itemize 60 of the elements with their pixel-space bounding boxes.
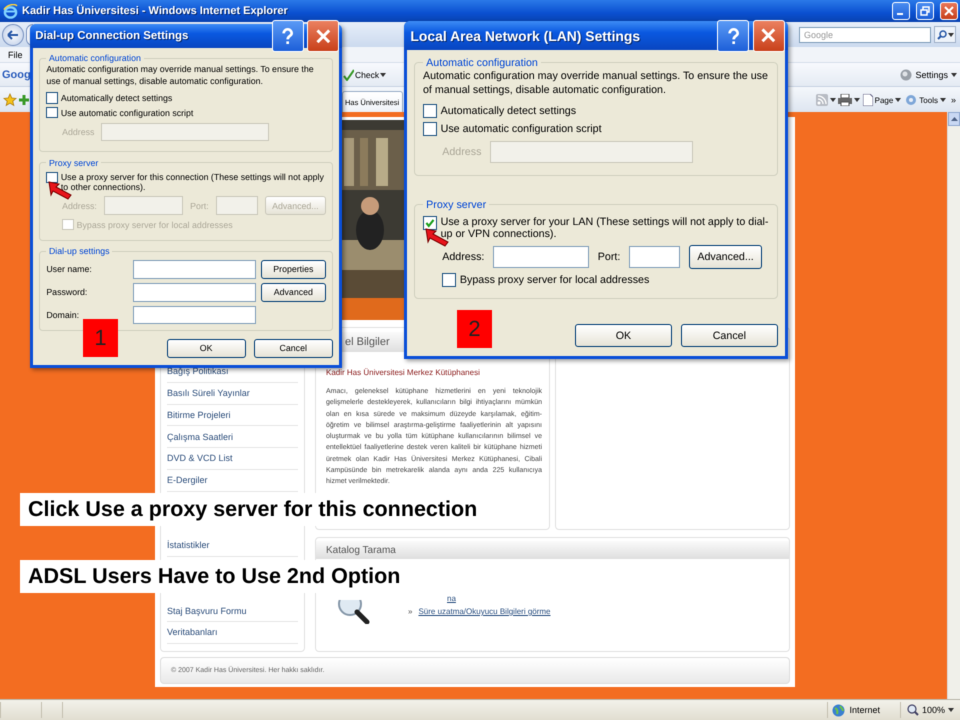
catalog-link[interactable]: Süre uzatma/Okuyucu Bilgileri görme <box>418 607 551 616</box>
field-label: Address: <box>442 250 484 263</box>
description-text: Automatic configuration may override manual settings. To ensure the use of manual settings, disable automatic configuration. <box>422 70 769 98</box>
field-label: Address <box>62 127 94 138</box>
sidebar-link[interactable]: Çalışma Saatleri <box>167 426 298 448</box>
group-title: Automatic configuration <box>48 53 142 64</box>
dialog-button[interactable]: Properties <box>260 260 326 280</box>
option-label: Use a proxy server for your LAN (These settings will not apply to dial-up or VPN connections). <box>440 216 770 240</box>
group-title: Proxy server <box>425 198 488 211</box>
option-label: Bypass proxy server for local addresses <box>460 274 650 286</box>
dialog-button[interactable]: OK <box>166 338 246 358</box>
bullet: » <box>408 607 412 616</box>
panel-title: Katalog Tarama <box>326 544 396 556</box>
dialog-button[interactable]: OK <box>575 324 672 348</box>
sidebar-link[interactable]: Basılı Süreli Yayınlar <box>167 382 298 404</box>
security-zone: Internet <box>849 705 880 715</box>
sidebar-link[interactable]: İstatistikler <box>167 535 298 557</box>
catalog-link[interactable]: na <box>447 594 456 603</box>
sidebar-link[interactable]: DVD & VCD List <box>167 448 298 470</box>
field-label: Address <box>442 146 482 158</box>
sidebar-link[interactable]: E-Dergiler <box>167 470 298 492</box>
tools-menu-button[interactable]: Tools <box>904 94 947 106</box>
advanced-button[interactable]: Advanced... <box>688 245 762 269</box>
field-label: Password: <box>46 287 88 298</box>
option-label: Use automatic configuration script <box>60 108 194 118</box>
toolbar-logo: Goog <box>1 68 31 80</box>
field-label: Domain: <box>46 310 80 320</box>
option-label: Automatically detect settings <box>60 93 172 104</box>
option-label: Use automatic configuration script <box>440 122 602 135</box>
option-label: Automatically detect settings <box>440 105 576 118</box>
dialog-button[interactable]: Cancel <box>681 324 778 348</box>
zoom-button[interactable]: 100% <box>900 702 960 718</box>
settings-button[interactable]: Settings <box>897 68 960 80</box>
panel-title: el Bilgiler <box>345 336 390 348</box>
window-title: Kadir Has Üniversitesi - Windows Internet Explorer <box>22 5 289 17</box>
option-label: Use a proxy server for this connection (These settings will not apply to other connections). <box>60 172 325 192</box>
group-title: Dial-up settings <box>48 246 111 256</box>
sidebar-link[interactable]: Staj Başvuru Formu <box>167 600 298 622</box>
sidebar-link[interactable]: Veritabanları <box>167 622 298 644</box>
dialog-button[interactable]: Cancel <box>254 338 333 358</box>
field-label: Address: <box>62 200 97 211</box>
spell-check-button[interactable]: Check <box>343 68 386 80</box>
search-field[interactable]: Google <box>799 26 931 42</box>
field-label: User name: <box>46 264 93 274</box>
group-title: Proxy server <box>48 158 100 168</box>
field-label: Port: <box>190 200 209 211</box>
group-title: Automatic configuration <box>425 56 539 69</box>
dialog-title: Dial-up Connection Settings <box>35 30 190 42</box>
more-button[interactable]: » <box>948 95 958 105</box>
description-text: Automatic configuration may override manual settings. To ensure the use of manual settings, disable automatic configuration. <box>46 64 315 88</box>
step-number: 2 <box>457 310 492 348</box>
dialog-button[interactable]: Advanced <box>260 282 326 302</box>
menu-item[interactable]: File <box>6 50 25 60</box>
option-label: Bypass proxy server for local addresses <box>76 220 233 230</box>
sidebar-link[interactable]: Bitirme Projeleri <box>167 404 298 426</box>
dialog-title: Local Area Network (LAN) Settings <box>410 28 642 44</box>
field-label: Port: <box>598 250 620 263</box>
page-menu-button[interactable]: Page <box>862 94 902 106</box>
step-number: 1 <box>83 319 118 357</box>
article-heading: Kadir Has Üniversitesi Merkez Kütüphanesi <box>326 368 481 377</box>
